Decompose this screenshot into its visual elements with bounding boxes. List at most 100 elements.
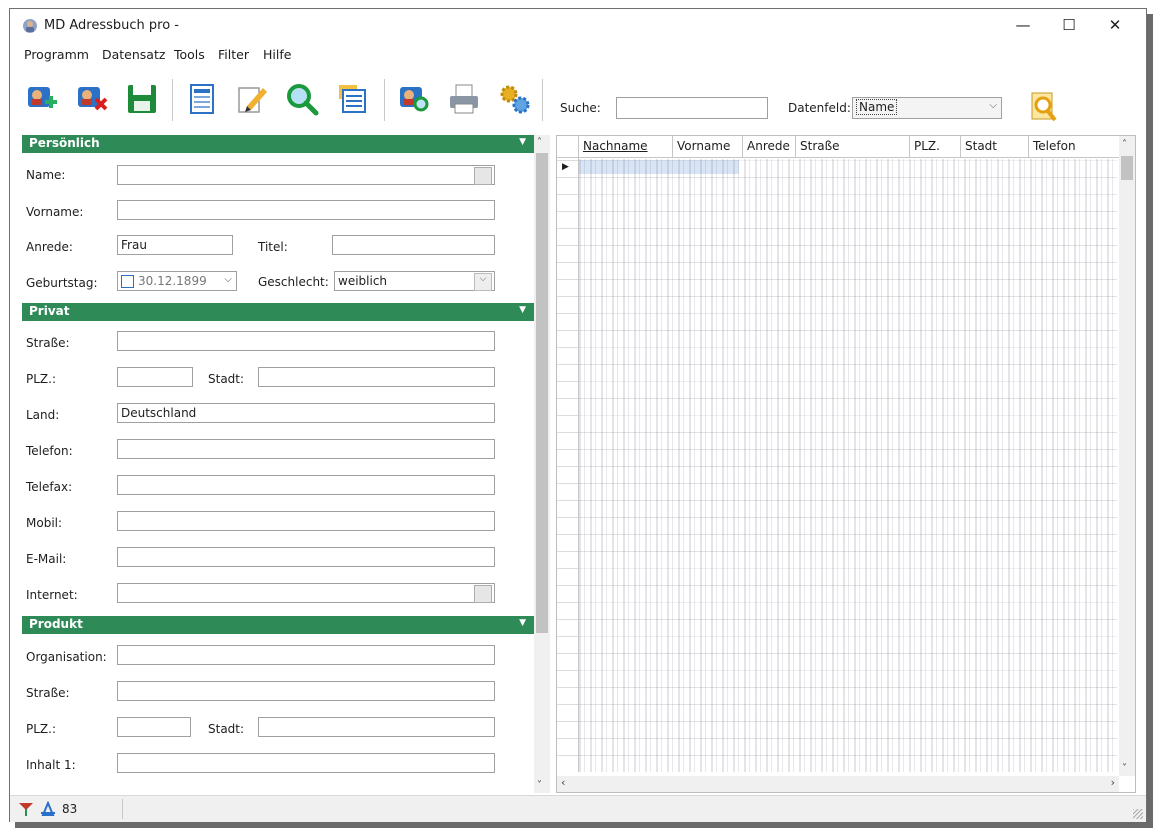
scroll-up-icon[interactable]: ˄: [1122, 139, 1127, 150]
column-stadt[interactable]: Stadt: [961, 136, 1029, 158]
section-privat[interactable]: Privat ▼: [22, 303, 534, 321]
filter-icon[interactable]: [18, 801, 34, 817]
menu-programm[interactable]: Programm: [24, 47, 89, 62]
geschlecht-value: weiblich: [338, 274, 388, 288]
organisation-label: Organisation:: [26, 650, 107, 664]
collapse-icon: ▼: [519, 618, 526, 628]
edit-button[interactable]: [232, 79, 272, 119]
datenfeld-select[interactable]: Name ⌵: [852, 97, 1002, 119]
list-view-button[interactable]: [182, 79, 222, 119]
geburtstag-field[interactable]: 30.12.1899 ⌵: [117, 271, 237, 291]
column-telefon[interactable]: Telefon: [1029, 136, 1127, 158]
geburtstag-value: 30.12.1899: [138, 274, 207, 288]
section-title: Privat: [29, 304, 70, 318]
calendar-dropdown-icon[interactable]: ⌵: [224, 274, 232, 285]
open-link-button[interactable]: [474, 585, 492, 603]
contacts-search-button[interactable]: [394, 79, 434, 119]
section-produkt[interactable]: Produkt ▼: [22, 616, 534, 634]
email-field[interactable]: [117, 547, 495, 567]
column-vorname[interactable]: Vorname: [673, 136, 743, 158]
produkt-plz-field[interactable]: [117, 717, 191, 737]
app-icon: [23, 19, 37, 33]
scroll-down-icon[interactable]: ˅: [537, 780, 542, 791]
selected-row[interactable]: [579, 160, 739, 174]
scroll-down-icon[interactable]: ˅: [1122, 763, 1127, 774]
name-field[interactable]: [117, 165, 495, 185]
inhalt1-label: Inhalt 1:: [26, 758, 76, 772]
mobil-field[interactable]: [117, 511, 495, 531]
section-title: Produkt: [29, 617, 83, 631]
lookup-button[interactable]: [474, 167, 492, 185]
geschlecht-label: Geschlecht:: [258, 275, 329, 289]
scroll-left-icon[interactable]: ‹: [561, 776, 565, 789]
checkbox[interactable]: [121, 275, 134, 288]
form-scrollbar[interactable]: ˄ ˅: [534, 135, 550, 793]
scroll-thumb[interactable]: [1121, 156, 1133, 180]
scroll-thumb[interactable]: [536, 153, 548, 633]
records-grid[interactable]: Nachname Vorname Anrede Straße PLZ. Stad…: [556, 135, 1136, 793]
geschlecht-select[interactable]: weiblich ⌵: [334, 271, 495, 291]
copy-button[interactable]: [332, 79, 372, 119]
menu-hilfe[interactable]: Hilfe: [263, 47, 291, 62]
chevron-down-icon[interactable]: ⌵: [474, 273, 492, 291]
delete-record-button[interactable]: [72, 79, 112, 119]
produkt-stadt-label: Stadt:: [208, 722, 245, 736]
plz-label: PLZ.:: [26, 372, 56, 386]
print-icon: [450, 84, 478, 114]
current-row-indicator-icon: ▶: [562, 162, 569, 172]
search-label: Suche:: [560, 101, 601, 115]
close-button[interactable]: ✕: [1092, 9, 1138, 41]
telefon-field[interactable]: [117, 439, 495, 459]
obscured-row-data: [579, 159, 1117, 772]
grid-horizontal-scrollbar[interactable]: ‹ ›: [557, 776, 1119, 792]
email-label: E-Mail:: [26, 552, 67, 566]
menu-tools[interactable]: Tools: [174, 47, 205, 62]
plz-field[interactable]: [117, 367, 193, 387]
search-button[interactable]: [282, 79, 322, 119]
scroll-up-icon[interactable]: ˄: [537, 137, 542, 148]
datenfeld-label: Datenfeld:: [788, 101, 851, 115]
telefax-label: Telefax:: [26, 480, 73, 494]
grid-vertical-scrollbar[interactable]: ˄ ˅: [1119, 136, 1135, 776]
sort-icon[interactable]: [40, 801, 56, 817]
telefax-field[interactable]: [117, 475, 495, 495]
column-anrede[interactable]: Anrede: [743, 136, 796, 158]
name-label: Name:: [26, 168, 66, 182]
vorname-field[interactable]: [117, 200, 495, 220]
strasse-label: Straße:: [26, 336, 70, 350]
settings-button[interactable]: [494, 79, 534, 119]
column-strasse[interactable]: Straße: [796, 136, 910, 158]
column-plz[interactable]: PLZ.: [910, 136, 961, 158]
produkt-strasse-field[interactable]: [117, 681, 495, 701]
strasse-field[interactable]: [117, 331, 495, 351]
list-view-icon: [190, 84, 214, 114]
add-record-button[interactable]: [22, 79, 62, 119]
produkt-stadt-field[interactable]: [258, 717, 495, 737]
section-title: Persönlich: [29, 136, 100, 150]
organisation-field[interactable]: [117, 645, 495, 665]
maximize-button[interactable]: ☐: [1046, 9, 1092, 41]
inhalt1-field[interactable]: [117, 753, 495, 773]
internet-label: Internet:: [26, 588, 78, 602]
column-nachname[interactable]: Nachname: [579, 136, 673, 158]
menu-filter[interactable]: Filter: [218, 47, 249, 62]
titel-field[interactable]: [332, 235, 495, 255]
search-input[interactable]: [616, 97, 768, 119]
vorname-label: Vorname:: [26, 205, 84, 219]
land-field[interactable]: Deutschland: [117, 403, 495, 423]
print-button[interactable]: [444, 79, 484, 119]
stadt-field[interactable]: [258, 367, 495, 387]
section-persoenlich[interactable]: Persönlich ▼: [22, 135, 534, 153]
geburtstag-label: Geburtstag:: [26, 276, 98, 290]
internet-field[interactable]: [117, 583, 495, 603]
anrede-field[interactable]: Frau: [117, 235, 233, 255]
scroll-right-icon[interactable]: ›: [1111, 776, 1115, 789]
datenfeld-value: Name: [856, 99, 898, 115]
save-button[interactable]: [122, 79, 162, 119]
menu-datensatz[interactable]: Datensatz: [102, 47, 165, 62]
save-icon: [128, 85, 156, 113]
settings-icon: [500, 85, 530, 114]
find-button[interactable]: [1024, 87, 1064, 127]
resize-grip-icon[interactable]: [1133, 809, 1143, 819]
minimize-button[interactable]: —: [1000, 9, 1046, 41]
